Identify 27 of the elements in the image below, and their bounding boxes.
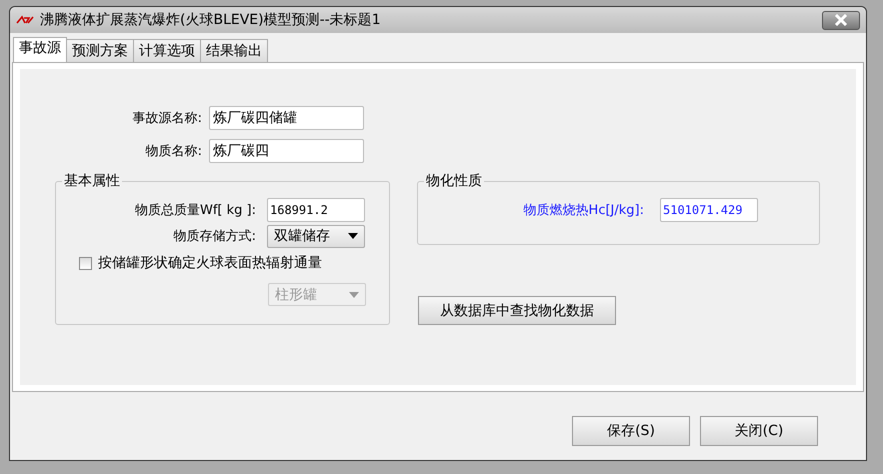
dialog-button[interactable]: 保存(S) (572, 416, 690, 446)
checkbox[interactable] (79, 256, 92, 270)
dropdown[interactable]: 双罐储存 (267, 224, 365, 248)
field-label: 物质燃烧热Hc[J/kg]: (522, 202, 644, 219)
group-title: 物化性质 (425, 172, 483, 190)
tab[interactable]: 事故源 (13, 37, 67, 62)
window-title: 沸腾液体扩展蒸汽爆炸(火球BLEVE)模型预测--未标题1 (40, 11, 382, 29)
text-field[interactable]: 炼厂碳四储罐 (209, 106, 364, 130)
field-label: 事故源名称: (132, 110, 202, 127)
group-title: 基本属性 (63, 172, 121, 190)
tab[interactable]: 计算选项 (133, 39, 201, 62)
text-field[interactable]: 168991.2 (267, 198, 365, 222)
dropdown-arrow-icon (349, 292, 359, 298)
checkbox-label: 按储罐形状确定火球表面热辐射通量 (98, 254, 322, 272)
tab[interactable]: 预测方案 (66, 39, 134, 62)
field-label: 物质存储方式: (172, 228, 256, 245)
lookup-button[interactable]: 从数据库中查找物化数据 (418, 296, 616, 325)
text-field[interactable]: 炼厂碳四 (209, 139, 364, 163)
field-label: 物质名称: (144, 143, 202, 160)
app-logo-icon (16, 15, 34, 25)
close-button[interactable] (822, 10, 860, 30)
dialog-button[interactable]: 关闭(C) (700, 416, 818, 446)
close-icon (833, 14, 849, 26)
field-label: 物质总质量Wf[ kg ]: (134, 202, 256, 219)
tab[interactable]: 结果输出 (200, 39, 268, 62)
text-field[interactable]: 5101071.429 (660, 198, 758, 222)
dropdown-arrow-icon (348, 233, 358, 239)
